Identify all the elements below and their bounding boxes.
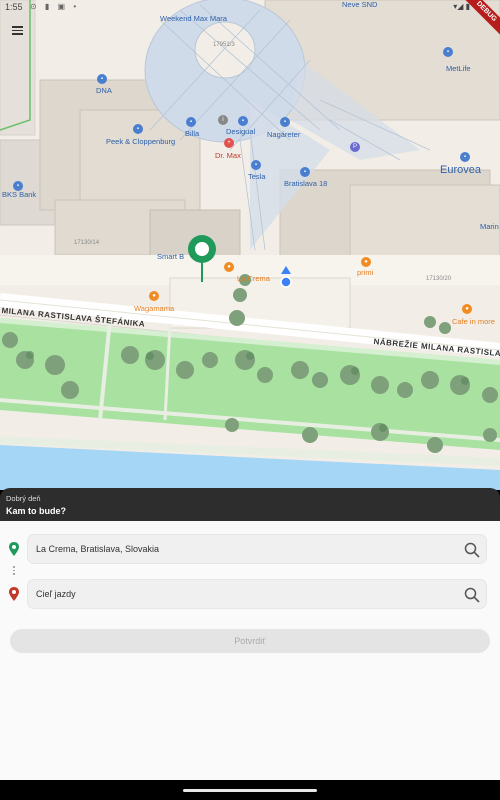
map-label: Marin xyxy=(480,222,499,231)
green-pin-icon xyxy=(9,542,19,556)
map-label: Peek & Cloppenburg xyxy=(106,137,176,146)
cafe-poi-icon[interactable]: ● xyxy=(462,304,472,314)
origin-row: La Crema, Bratislava, Slovakia xyxy=(0,534,500,564)
billa-poi-icon[interactable]: ▪ xyxy=(186,117,196,127)
tesla-poi-icon[interactable]: ▪ xyxy=(251,160,261,170)
origin-input[interactable]: La Crema, Bratislava, Slovakia xyxy=(27,534,487,564)
info-poi-icon[interactable]: i xyxy=(218,115,228,125)
map-label: BKS Bank xyxy=(2,190,37,199)
home-indicator[interactable] xyxy=(183,789,317,792)
destination-row: Cieľ jazdy xyxy=(0,579,500,609)
desigual-poi-icon[interactable]: ▪ xyxy=(238,116,248,126)
question-title: Kam to bude? xyxy=(6,506,66,516)
map-label: Cafe in more xyxy=(452,317,495,326)
dr-max-poi-icon[interactable]: + xyxy=(224,138,234,148)
dna-poi-icon[interactable]: ▪ xyxy=(97,74,107,84)
greeting-text: Dobrý deň xyxy=(6,494,41,503)
metlife-poi-icon[interactable]: ▪ xyxy=(443,47,453,57)
route-panel: La Crema, Bratislava, Slovakia Cieľ jazd… xyxy=(0,521,500,780)
destination-input-placeholder: Cieľ jazdy xyxy=(36,589,76,599)
status-icons: ⊙ ▮ ▣ • xyxy=(30,2,80,11)
map-view[interactable]: 1:55 ⊙ ▮ ▣ • ▾◢ ▮ DEBUG ▪ ▪ ▪ ▪ + ▪ i ▪ … xyxy=(0,0,500,490)
map-label: 17951/3 xyxy=(213,42,235,48)
map-label: MetLife xyxy=(446,64,471,73)
bottom-sheet-header: Dobrý deň Kam to bude? xyxy=(0,488,500,521)
menu-button[interactable] xyxy=(8,24,28,40)
map-label: Eurovea xyxy=(440,164,481,176)
status-time: 1:55 xyxy=(5,2,23,12)
destination-input[interactable]: Cieľ jazdy xyxy=(27,579,487,609)
map-label: DNA xyxy=(96,86,112,95)
route-connector-dots xyxy=(13,566,15,577)
eurovea-poi-icon[interactable]: ▪ xyxy=(460,152,470,162)
map-label: Wagamama xyxy=(134,304,175,313)
red-pin-icon xyxy=(9,587,19,601)
map-label: Dr. Max xyxy=(215,151,241,160)
origin-input-value: La Crema, Bratislava, Slovakia xyxy=(36,544,160,554)
map-label: La Crema xyxy=(237,274,270,283)
primi-poi-icon[interactable]: ● xyxy=(361,257,371,267)
bratislava18-poi-icon[interactable]: ▪ xyxy=(300,167,310,177)
map-label: primi xyxy=(357,268,374,277)
my-location-icon xyxy=(280,266,292,288)
map-label: 17130/14 xyxy=(74,240,100,246)
map-label: Neve SND xyxy=(342,0,378,9)
status-signal-battery: ▾◢ ▮ xyxy=(453,2,470,11)
confirm-button[interactable]: Potvrdiť xyxy=(10,629,490,653)
nagareter-poi-icon[interactable]: ▪ xyxy=(280,117,290,127)
map-label: Desigual xyxy=(226,127,256,136)
peek-poi-icon[interactable]: ▪ xyxy=(133,124,143,134)
selected-location-pin-icon[interactable] xyxy=(186,234,218,282)
menu-icon xyxy=(8,26,28,35)
map-label: Bratislava 18 xyxy=(284,179,328,188)
map-label: Billa xyxy=(185,129,200,138)
parking-poi-icon[interactable]: P xyxy=(350,142,360,152)
system-navigation-bar xyxy=(0,780,500,800)
search-icon[interactable] xyxy=(464,542,480,558)
map-label: Nagáreter xyxy=(267,130,301,139)
map-label: Weekend Max Mara xyxy=(160,14,227,23)
map-label: Tesla xyxy=(248,172,266,181)
search-icon[interactable] xyxy=(464,587,480,603)
la-crema-poi-icon[interactable]: ● xyxy=(224,262,234,272)
map-label: Smart B xyxy=(157,252,185,261)
wagamama-poi-icon[interactable]: ● xyxy=(149,291,159,301)
status-bar: 1:55 ⊙ ▮ ▣ • ▾◢ ▮ xyxy=(0,0,500,14)
map-label: 17130/20 xyxy=(426,276,452,282)
